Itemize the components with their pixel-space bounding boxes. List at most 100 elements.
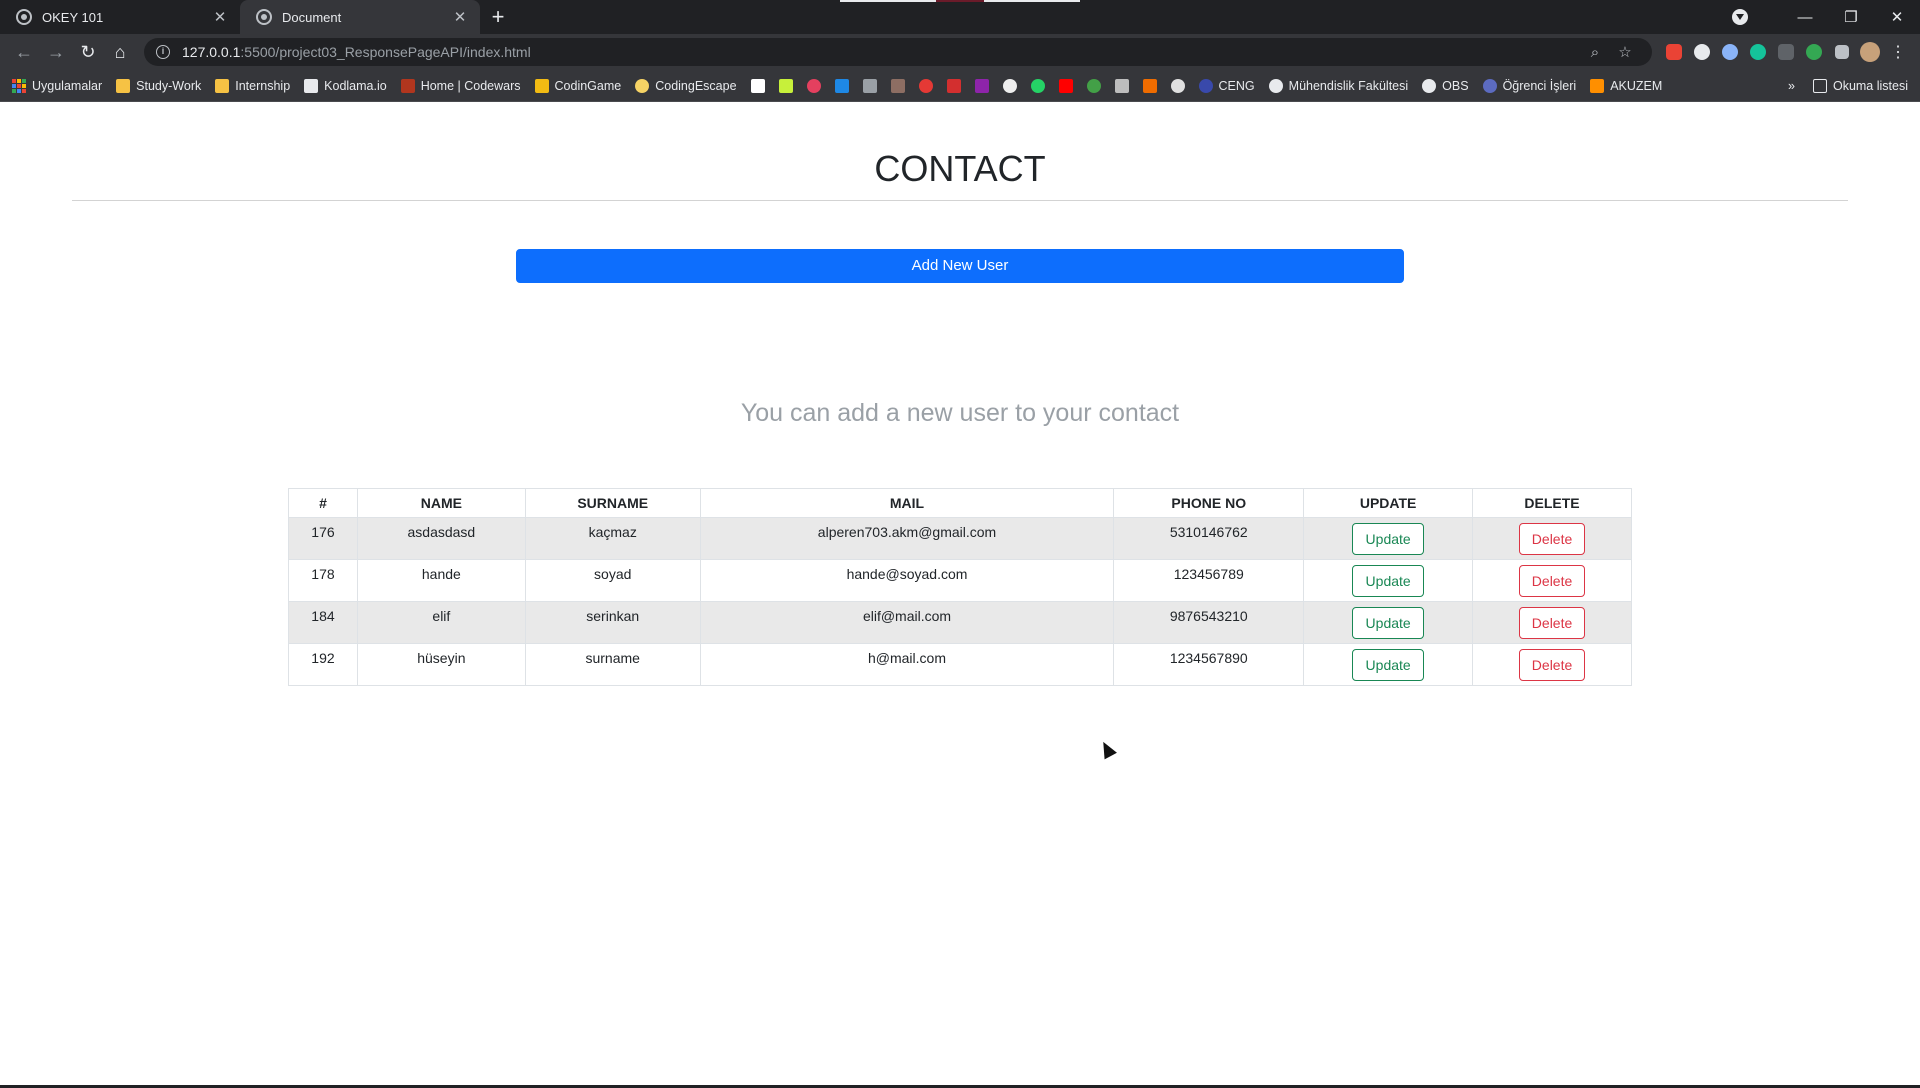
bookmark-codingame[interactable]: CodinGame — [534, 78, 622, 93]
column-header-delete: DELETE — [1472, 488, 1632, 518]
cell-surname: surname — [524, 643, 701, 686]
delete-button[interactable]: Delete — [1519, 649, 1586, 681]
site-info-icon[interactable]: i — [156, 45, 170, 59]
update-button[interactable]: Update — [1352, 649, 1425, 681]
home-icon[interactable]: ⌂ — [104, 36, 136, 68]
cell-update: Update — [1303, 601, 1474, 644]
browser-toolbar: ← → ↻ ⌂ i 127.0.0.1:5500/project03_Respo… — [0, 34, 1920, 70]
bookmark-codewars[interactable]: Home | Codewars — [400, 78, 521, 93]
table-row: 192 hüseyin surname h@mail.com 123456789… — [288, 643, 1632, 686]
reload-icon[interactable]: ↻ — [72, 36, 104, 68]
circle-icon — [1170, 78, 1185, 93]
wikipedia-icon — [750, 78, 765, 93]
cell-surname: serinkan — [524, 601, 701, 644]
delete-button[interactable]: Delete — [1519, 523, 1586, 555]
bookmark-mask[interactable] — [1002, 78, 1017, 93]
close-icon[interactable]: ✕ — [452, 8, 468, 26]
extension-icon[interactable] — [1716, 38, 1744, 66]
codingescape-icon — [635, 78, 650, 93]
bookmark-label: Internship — [235, 78, 291, 93]
update-button[interactable]: Update — [1352, 565, 1425, 597]
bookmark-label: CENG — [1218, 78, 1255, 93]
bookmarks-overflow-icon[interactable]: » — [1788, 79, 1795, 93]
top-indicator — [840, 0, 1080, 2]
bookmark-ceng[interactable]: CENG — [1198, 78, 1255, 93]
extension-icon[interactable] — [1800, 38, 1828, 66]
bookmark-star-icon[interactable]: ☆ — [1610, 43, 1640, 61]
table-row: 184 elif serinkan elif@mail.com 98765432… — [288, 601, 1632, 644]
extension-icon[interactable] — [1688, 38, 1716, 66]
mask-icon — [1002, 78, 1017, 93]
puzzle-icon[interactable] — [1828, 38, 1856, 66]
minimize-button[interactable]: — — [1782, 9, 1828, 26]
address-bar[interactable]: i 127.0.0.1:5500/project03_ResponsePageA… — [144, 38, 1652, 66]
bookmark-codingescape[interactable]: CodingEscape — [635, 78, 737, 93]
bookmark-leaf[interactable] — [1086, 78, 1101, 93]
bookmark-apps[interactable]: Uygulamalar — [12, 78, 102, 93]
tab-document[interactable]: Document ✕ — [240, 0, 480, 34]
close-window-button[interactable]: ✕ — [1874, 8, 1920, 26]
folder-icon — [116, 78, 131, 93]
bookmark-shield[interactable] — [834, 78, 849, 93]
cell-name: hande — [356, 559, 526, 602]
cell-id: 178 — [288, 559, 358, 602]
bookmark-internship[interactable]: Internship — [215, 78, 291, 93]
new-tab-button[interactable]: + — [480, 0, 516, 34]
gmail-extension-icon[interactable] — [1660, 38, 1688, 66]
restore-button[interactable]: ❐ — [1828, 8, 1874, 26]
close-icon[interactable]: ✕ — [212, 8, 228, 26]
cell-id: 176 — [288, 517, 358, 560]
column-header-surname: SURNAME — [524, 488, 701, 518]
bookmark-ogrenci-isleri[interactable]: Öğrenci İşleri — [1482, 78, 1576, 93]
tab-okey-101[interactable]: OKEY 101 ✕ — [0, 0, 240, 34]
table-row: 178 hande soyad hande@soyad.com 12345678… — [288, 559, 1632, 602]
bookmarks-bar: Uygulamalar Study-Work Internship Kodlam… — [0, 70, 1920, 102]
bookmark-youtube[interactable] — [1058, 78, 1073, 93]
bookmark-akuzem[interactable]: AKUZEM — [1590, 78, 1662, 93]
menu-icon[interactable]: ⋮ — [1884, 38, 1912, 66]
update-button[interactable]: Update — [1352, 607, 1425, 639]
column-header-update: UPDATE — [1303, 488, 1474, 518]
update-button[interactable]: Update — [1352, 523, 1425, 555]
zoom-icon[interactable]: ⌕ — [1580, 44, 1610, 61]
ceng-icon — [1198, 78, 1213, 93]
bookmark-slash[interactable] — [1114, 78, 1129, 93]
bookmark-s[interactable] — [778, 78, 793, 93]
bookmark-label: CodingEscape — [655, 78, 737, 93]
cell-update: Update — [1303, 517, 1474, 560]
tab-title: Document — [282, 9, 342, 25]
cell-name: asdasdasd — [356, 517, 526, 560]
reading-list-button[interactable]: Okuma listesi — [1812, 78, 1908, 93]
bookmark-label: CodinGame — [554, 78, 622, 93]
bookmark-label: Mühendislik Fakültesi — [1288, 78, 1409, 93]
delete-button[interactable]: Delete — [1519, 607, 1586, 639]
tab-search-icon[interactable] — [1732, 9, 1748, 25]
bookmark-tiktok[interactable] — [806, 78, 821, 93]
bookmark-whatsapp[interactable] — [1030, 78, 1045, 93]
bookmark-jt[interactable] — [1142, 78, 1157, 93]
cell-update: Update — [1303, 559, 1474, 602]
bookmark-obs[interactable]: OBS — [1422, 78, 1469, 93]
bookmark-image[interactable] — [890, 78, 905, 93]
bookmark-purple[interactable] — [974, 78, 989, 93]
delete-button[interactable]: Delete — [1519, 565, 1586, 597]
bookmark-circle[interactable] — [1170, 78, 1185, 93]
add-new-user-button[interactable]: Add New User — [516, 249, 1404, 283]
forward-icon[interactable]: → — [40, 36, 72, 68]
column-header-phone: PHONE NO — [1113, 488, 1305, 518]
bookmark-red[interactable] — [946, 78, 961, 93]
bookmark-study-work[interactable]: Study-Work — [116, 78, 201, 93]
avatar[interactable] — [1856, 38, 1884, 66]
bookmark-d[interactable] — [918, 78, 933, 93]
table-row: 176 asdasdasd kaçmaz alperen703.akm@gmai… — [288, 517, 1632, 560]
bookmark-kodlama[interactable]: Kodlama.io — [304, 78, 387, 93]
extension-icon[interactable] — [1772, 38, 1800, 66]
bookmark-pen[interactable] — [862, 78, 877, 93]
akuzem-icon — [1590, 78, 1605, 93]
cell-mail: h@mail.com — [699, 643, 1115, 686]
bookmark-muhendislik[interactable]: Mühendislik Fakültesi — [1268, 78, 1409, 93]
bookmark-wikipedia[interactable] — [750, 78, 765, 93]
grammarly-icon[interactable] — [1744, 38, 1772, 66]
university-icon — [1482, 78, 1497, 93]
back-icon[interactable]: ← — [8, 36, 40, 68]
